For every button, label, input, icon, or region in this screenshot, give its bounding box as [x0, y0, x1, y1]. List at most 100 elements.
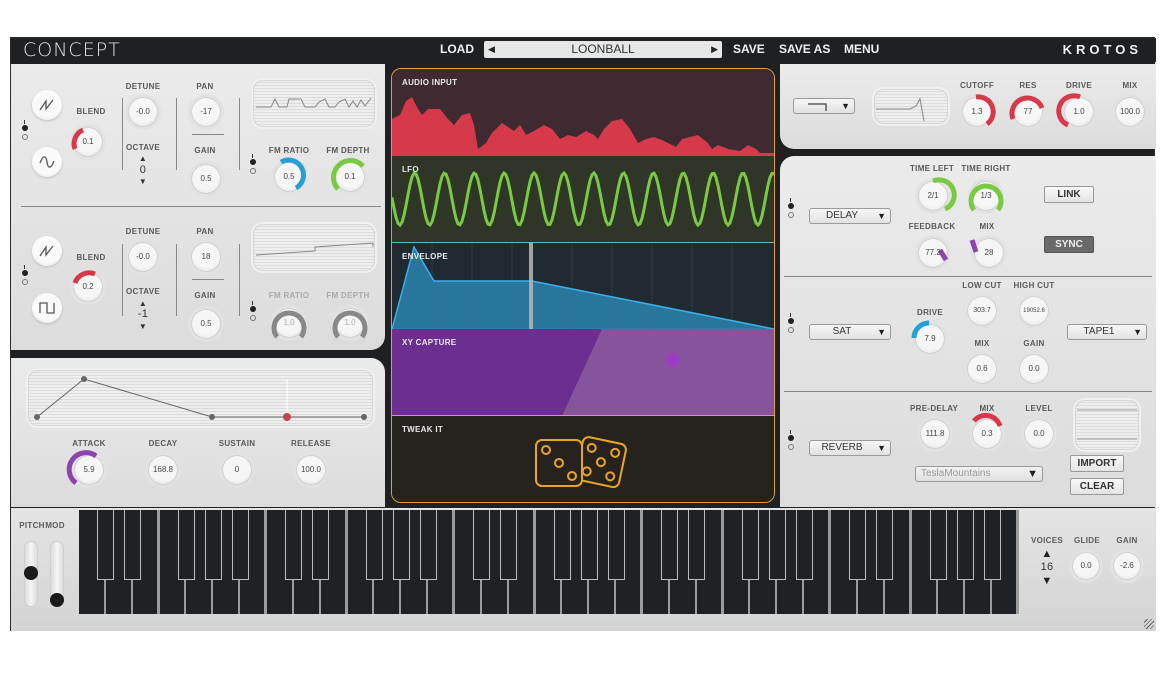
dice-icon[interactable] — [532, 430, 632, 490]
env-point-start[interactable] — [34, 414, 40, 420]
osc2-fm-ratio-knob[interactable]: 1.0 — [271, 308, 307, 339]
delay-mix-knob[interactable]: 28 — [969, 238, 1004, 268]
black-key-A#3[interactable] — [795, 510, 813, 580]
black-key-D#2[interactable] — [500, 510, 518, 580]
voices-down-icon[interactable]: ▼ — [1039, 575, 1055, 587]
osc1-fm-depth-knob[interactable]: 0.1 — [331, 158, 365, 192]
piano-keyboard[interactable] — [79, 510, 1019, 614]
osc2-square-button[interactable] — [32, 293, 62, 323]
black-key-F#2[interactable] — [553, 510, 571, 580]
osc1-pan-knob[interactable]: -17 — [191, 97, 221, 127]
delay-enable-toggle[interactable] — [787, 198, 795, 220]
osc2-octave-down-icon[interactable]: ▼ — [137, 322, 149, 331]
reverb-mix-knob[interactable]: 0.3 — [972, 412, 1003, 449]
next-preset-icon[interactable]: ▶ — [711, 41, 718, 58]
xy-cursor[interactable] — [666, 353, 680, 367]
black-key-A#4[interactable] — [983, 510, 1001, 580]
osc2-fm-toggle[interactable] — [249, 301, 257, 323]
level-knob[interactable]: 0.0 — [1024, 419, 1054, 449]
preset-selector[interactable]: ◀ LOONBALL ▶ — [484, 41, 722, 58]
osc1-detune-knob[interactable]: -0.0 — [128, 97, 158, 127]
drive-knob[interactable]: 1.0 — [1056, 93, 1094, 128]
black-key-G#2[interactable] — [580, 510, 598, 580]
cutoff-knob[interactable]: 1.3 — [962, 94, 996, 127]
black-key-C#1[interactable] — [285, 510, 303, 580]
xy-capture-module[interactable]: XY CAPTURE — [392, 329, 774, 416]
filter-mix-knob[interactable]: 100.0 — [1115, 97, 1145, 127]
black-key-C#0[interactable] — [97, 510, 115, 580]
osc2-detune-knob[interactable]: -0.0 — [128, 242, 158, 272]
black-key-F#0[interactable] — [177, 510, 195, 580]
osc1-wave-toggle[interactable] — [21, 120, 29, 142]
glide-knob[interactable]: 0.0 — [1072, 552, 1100, 580]
black-key-A#2[interactable] — [607, 510, 625, 580]
black-key-D#0[interactable] — [124, 510, 142, 580]
osc1-blend-knob[interactable]: 0.1 — [71, 127, 103, 157]
osc1-fm-toggle[interactable] — [249, 154, 257, 176]
high-cut-knob[interactable]: 19052.6 — [1019, 296, 1049, 326]
mod-wheel-thumb[interactable] — [50, 593, 64, 607]
link-button[interactable]: LINK — [1044, 186, 1094, 203]
osc2-saw-button[interactable] — [32, 236, 62, 266]
resize-grip-icon[interactable] — [1144, 619, 1154, 629]
envelope-module[interactable]: ENVELOPE — [392, 243, 774, 329]
sustain-knob[interactable]: 0 — [222, 455, 252, 485]
env-point-decay[interactable] — [209, 414, 215, 420]
osc1-sine-button[interactable] — [32, 147, 62, 177]
black-key-F#4[interactable] — [929, 510, 947, 580]
black-key-D#4[interactable] — [876, 510, 894, 580]
low-cut-knob[interactable]: 303.7 — [967, 296, 997, 326]
voices-up-icon[interactable]: ▲ — [1039, 548, 1055, 560]
impulse-response-dropdown[interactable]: TeslaMountains ▼ — [915, 466, 1043, 482]
pitch-wheel-thumb[interactable] — [24, 566, 38, 580]
black-key-D#3[interactable] — [688, 510, 706, 580]
sat-type-dropdown[interactable]: SAT ▼ — [809, 324, 891, 340]
audio-input-module[interactable]: AUDIO INPUT — [392, 69, 774, 156]
res-knob[interactable]: 77 — [1009, 95, 1045, 127]
black-key-F#3[interactable] — [741, 510, 759, 580]
osc2-blend-knob[interactable]: 0.2 — [72, 270, 103, 302]
sat-drive-knob[interactable]: 7.9 — [911, 320, 945, 354]
black-key-F#1[interactable] — [365, 510, 383, 580]
release-knob[interactable]: 100.0 — [296, 455, 326, 485]
sat-mix-knob[interactable]: 0.6 — [967, 354, 997, 384]
pitch-wheel[interactable] — [24, 541, 38, 607]
clear-button[interactable]: CLEAR — [1070, 478, 1124, 495]
master-gain-knob[interactable]: -2.6 — [1113, 552, 1141, 580]
lfo-module[interactable]: LFO — [392, 156, 774, 243]
black-key-C#2[interactable] — [473, 510, 491, 580]
osc1-octave-down-icon[interactable]: ▼ — [137, 177, 149, 186]
osc2-fm-depth-knob[interactable]: 1.0 — [332, 308, 368, 339]
osc2-wave-toggle[interactable] — [21, 265, 29, 287]
sat-enable-toggle[interactable] — [787, 313, 795, 335]
attack-knob[interactable]: 5.9 — [66, 450, 104, 486]
osc1-saw-button[interactable] — [32, 90, 62, 120]
black-key-G#4[interactable] — [956, 510, 974, 580]
sync-button[interactable]: SYNC — [1044, 236, 1094, 253]
env-point-attack[interactable] — [81, 376, 87, 382]
reverb-enable-toggle[interactable] — [787, 430, 795, 452]
osc1-fm-ratio-knob[interactable]: 0.5 — [274, 157, 306, 192]
reverb-type-dropdown[interactable]: REVERB ▼ — [809, 440, 891, 456]
import-button[interactable]: IMPORT — [1070, 455, 1124, 472]
env-point-sustain[interactable] — [283, 413, 291, 421]
osc2-octave-up-icon[interactable]: ▲ — [137, 299, 149, 308]
osc2-pan-knob[interactable]: 18 — [191, 242, 221, 272]
load-button[interactable]: LOAD — [440, 42, 474, 56]
save-as-button[interactable]: SAVE AS — [779, 42, 830, 56]
black-key-C#4[interactable] — [849, 510, 867, 580]
filter-type-dropdown[interactable]: ▼ — [793, 98, 855, 114]
sat-model-dropdown[interactable]: TAPE1 ▼ — [1067, 324, 1147, 340]
prev-preset-icon[interactable]: ◀ — [488, 41, 495, 58]
decay-knob[interactable]: 168.8 — [148, 455, 178, 485]
osc2-gain-knob[interactable]: 0.5 — [191, 309, 221, 339]
feedback-knob[interactable]: 77.2 — [918, 238, 949, 268]
black-key-A#0[interactable] — [231, 510, 249, 580]
time-right-knob[interactable]: 1/3 — [968, 181, 1004, 212]
black-key-A#1[interactable] — [419, 510, 437, 580]
black-key-G#0[interactable] — [204, 510, 222, 580]
delay-type-dropdown[interactable]: DELAY ▼ — [809, 208, 891, 224]
mod-wheel[interactable] — [50, 541, 64, 607]
osc1-gain-knob[interactable]: 0.5 — [191, 164, 221, 194]
menu-button[interactable]: MENU — [844, 42, 879, 56]
